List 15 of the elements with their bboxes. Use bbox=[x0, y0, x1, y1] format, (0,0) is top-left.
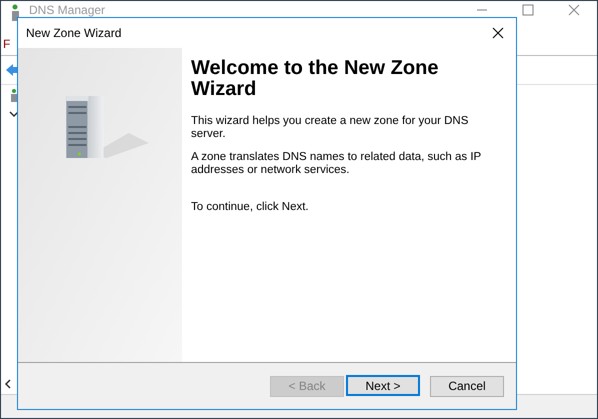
close-icon[interactable] bbox=[492, 27, 504, 39]
wizard-text: A zone translates DNS names to related data, such as IP addresses or network services. bbox=[191, 151, 482, 177]
dialog-title: New Zone Wizard bbox=[26, 25, 122, 42]
back-arrow-icon[interactable] bbox=[5, 63, 19, 77]
chevron-icon[interactable] bbox=[9, 111, 19, 119]
dialog-button[interactable]: Cancel bbox=[430, 376, 504, 396]
menu-item[interactable]: F bbox=[3, 35, 10, 53]
wizard-text: To continue, click Next. bbox=[191, 201, 310, 214]
dialog-button[interactable]: Next > bbox=[346, 375, 420, 396]
server-icon[interactable] bbox=[9, 89, 19, 103]
server-icon bbox=[9, 4, 21, 24]
window-title: DNS Manager bbox=[29, 2, 106, 19]
wizard-text: This wizard helps you create a new zone for your DNS server. bbox=[191, 115, 470, 141]
wizard-heading: Welcome to the New Zone Wizard bbox=[191, 58, 440, 100]
scroll-left-icon[interactable] bbox=[3, 378, 13, 390]
